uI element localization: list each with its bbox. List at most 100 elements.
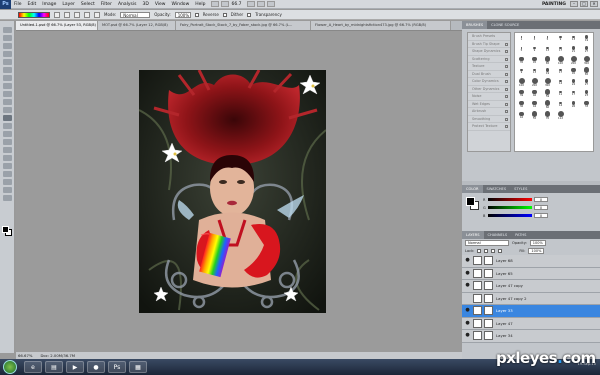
brush-preset[interactable]: 60 (544, 100, 551, 109)
photoshop-task-icon[interactable]: Ps (108, 361, 126, 373)
lock-position-icon[interactable] (491, 249, 496, 253)
layer-row[interactable]: Layer 47 copy 2 (462, 292, 600, 305)
layer-name[interactable]: Layer 65 (496, 271, 513, 276)
eraser-tool-icon[interactable] (3, 107, 12, 113)
brush-preset[interactable]: 112 (557, 111, 564, 120)
explorer-task-icon[interactable]: ▦ (129, 361, 147, 373)
diamond-gradient-button[interactable] (94, 11, 100, 18)
lock-icon[interactable] (505, 117, 508, 121)
brush-preset[interactable]: 11 (559, 90, 562, 96)
brush-preset[interactable]: 100 (557, 56, 564, 65)
menu-filter[interactable]: Filter (98, 0, 115, 9)
brush-preset[interactable]: 24 (571, 79, 576, 86)
brush-preset[interactable]: 33 (584, 100, 589, 108)
brush-preset[interactable]: 9 (559, 35, 562, 41)
brush-preset[interactable]: 46 (532, 89, 537, 97)
red-track[interactable] (488, 198, 532, 201)
lock-all-icon[interactable] (498, 249, 503, 253)
brush-preset[interactable]: 13 (533, 68, 536, 74)
layer-row[interactable]: ● Layer 65 (462, 267, 600, 280)
brush-preset[interactable]: 70 (544, 111, 551, 120)
tab-swatches[interactable]: SWATCHES (483, 185, 511, 193)
brush-preset[interactable]: 19 (585, 35, 588, 42)
menu-select[interactable]: Select (78, 0, 98, 9)
doc-tab[interactable]: MOT.psd @ 66.7% (Layer 12, RGB/8) (98, 21, 176, 30)
3d-rotate-tool-icon[interactable] (3, 171, 12, 177)
brush-preset[interactable]: 14 (559, 101, 562, 107)
hand-tool-icon[interactable] (3, 187, 12, 193)
maximize-button[interactable]: □ (580, 1, 588, 7)
brush-preset[interactable]: 17 (572, 90, 575, 96)
lock-icon[interactable] (505, 57, 508, 61)
eyedropper-tool-icon[interactable] (3, 67, 12, 73)
brush-preset[interactable]: 5 (521, 47, 522, 52)
brush-option-item[interactable]: Color Dynamics (468, 78, 510, 86)
brush-preset[interactable]: 55 (531, 111, 538, 120)
layer-mask-thumbnail[interactable] (484, 293, 493, 303)
doc-tab-active[interactable]: Untitled-1.psd @ 66.7% (Layer 53, RGB/8) (16, 21, 98, 30)
minimize-button[interactable]: – (570, 1, 578, 7)
brush-preset[interactable]: 17 (559, 46, 562, 52)
foreground-color-swatch[interactable] (2, 226, 9, 233)
pen-tool-icon[interactable] (3, 139, 12, 145)
layer-thumbnail[interactable] (473, 331, 482, 341)
lock-icon[interactable] (505, 50, 508, 53)
lock-icon[interactable] (505, 80, 508, 83)
workspace-switcher[interactable]: PAINTING (542, 1, 566, 8)
document-canvas[interactable] (139, 70, 326, 313)
shape-tool-icon[interactable] (3, 163, 12, 169)
brush-option-item[interactable]: Texture (468, 63, 510, 71)
layer-name[interactable]: Layer 33 (496, 308, 513, 313)
opacity-field[interactable]: 100% (174, 11, 191, 18)
lock-transparent-icon[interactable] (477, 249, 482, 253)
visibility-eye-icon[interactable]: ● (464, 307, 471, 314)
gradient-picker[interactable] (18, 11, 50, 18)
tab-clone-source[interactable]: CLONE SOURCE (487, 21, 523, 29)
layer-name[interactable]: Layer 68 (496, 258, 513, 263)
menu-help[interactable]: Help (192, 0, 208, 9)
layer-mask-thumbnail[interactable] (484, 268, 493, 278)
transparency-checkbox[interactable] (247, 12, 252, 17)
brush-preset[interactable]: 200 (570, 56, 577, 65)
brush-preset[interactable]: 26 (571, 101, 576, 108)
menu-window[interactable]: Window (169, 0, 193, 9)
brush-preset[interactable]: 200 (531, 78, 538, 87)
brush-preset[interactable]: 35 (519, 56, 524, 64)
green-slider[interactable]: G 0 (483, 205, 548, 210)
tab-color[interactable]: COLOR (462, 185, 483, 193)
lock-icon[interactable] (505, 42, 508, 46)
marquee-tool-icon[interactable] (3, 35, 12, 41)
layer-mask-thumbnail[interactable] (484, 306, 493, 316)
path-select-tool-icon[interactable] (3, 155, 12, 161)
visibility-eye-icon[interactable]: ● (464, 320, 471, 327)
3d-orbit-tool-icon[interactable] (3, 179, 12, 185)
tab-channels[interactable]: CHANNELS (484, 231, 512, 239)
layer-mask-thumbnail[interactable] (484, 318, 493, 328)
type-tool-icon[interactable] (3, 147, 12, 153)
hand-tool-button[interactable] (246, 1, 255, 7)
layer-row[interactable]: ● Layer 34 (462, 330, 600, 343)
brush-option-item[interactable]: Other Dynamics (468, 86, 510, 93)
layer-mask-thumbnail[interactable] (484, 281, 493, 291)
linear-gradient-button[interactable] (54, 11, 60, 18)
layer-row[interactable]: ● Layer 68 (462, 255, 600, 268)
menu-3d[interactable]: 3D (139, 0, 151, 9)
menu-edit[interactable]: Edit (25, 0, 40, 9)
quick-select-tool-icon[interactable] (3, 51, 12, 57)
ie-icon[interactable]: e (24, 361, 42, 373)
fill-field[interactable]: 100% (528, 248, 545, 254)
layer-thumbnail[interactable] (473, 293, 482, 303)
color-swatches[interactable] (2, 226, 12, 236)
brush-option-item[interactable]: Airbrush (468, 108, 510, 116)
layer-name[interactable]: Layer 47 copy (496, 283, 523, 288)
brush-preset[interactable]: 23 (584, 90, 589, 97)
start-button[interactable] (3, 360, 17, 374)
layer-thumbnail[interactable] (473, 306, 482, 316)
menu-layer[interactable]: Layer (59, 0, 78, 9)
lasso-tool-icon[interactable] (3, 43, 12, 49)
brush-preset[interactable]: 45 (571, 67, 576, 75)
menu-analysis[interactable]: Analysis (115, 0, 140, 9)
media-icon[interactable]: ▶ (66, 361, 84, 373)
firefox-icon[interactable]: ● (87, 361, 105, 373)
lock-icon[interactable] (505, 125, 508, 128)
